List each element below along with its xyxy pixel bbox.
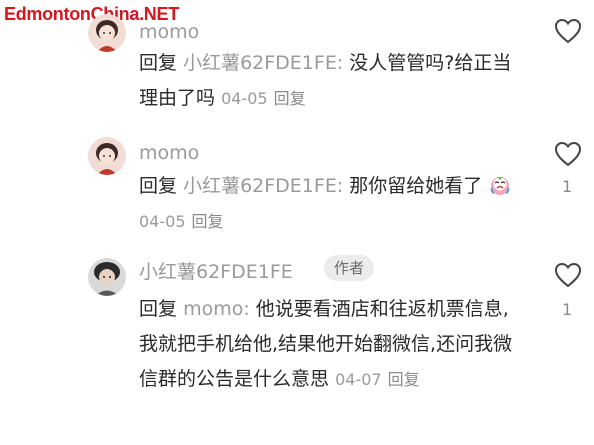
comment-date: 04-05 [221,89,268,108]
username[interactable]: momo [139,141,199,165]
reply-to-user[interactable]: 小红薯62FDE1FE: [183,52,343,74]
avatar[interactable] [88,137,126,175]
like-count: 1 [562,300,573,319]
avatar[interactable] [88,258,126,296]
reply-button[interactable]: 回复 [192,212,224,231]
reply-prefix: 回复 [139,52,178,74]
crying-emoji-icon [491,177,510,195]
reply-button[interactable]: 回复 [388,370,420,389]
reply-prefix: 回复 [139,298,178,320]
reply-prefix: 回复 [139,175,178,197]
comment-text: 回复 小红薯62FDE1FE: 那你留给她看了 04-05 回复 [139,169,519,239]
author-badge: 作者 [324,255,375,281]
reply-to-user[interactable]: 小红薯62FDE1FE: [183,175,343,197]
heart-icon[interactable] [554,262,582,288]
avatar[interactable] [88,14,126,52]
reply-button[interactable]: 回复 [274,89,306,108]
comment-date: 04-07 [335,370,382,389]
comment-date: 04-05 [139,212,186,231]
comment-message: 那你留给她看了 [349,175,483,197]
comment-text: 回复 小红薯62FDE1FE: 没人管管吗?给正当理由了吗 04-05 回复 [139,46,519,116]
comment-item: momo 回复 小红薯62FDE1FE: 没人管管吗?给正当理由了吗 04-05… [0,0,594,125]
username[interactable]: 小红薯62FDE1FE [139,260,293,284]
like-count: 1 [562,177,573,196]
comment-item: momo 回复 小红薯62FDE1FE: 那你留给她看了 04-05 回复 1 [0,125,594,250]
heart-icon[interactable] [554,141,582,167]
comment-text: 回复 momo: 他说要看酒店和往返机票信息,我就把手机给他,结果他开始翻微信,… [139,292,519,397]
comment-item: 小红薯62FDE1FE 作者 回复 momo: 他说要看酒店和往返机票信息,我就… [0,250,594,445]
heart-icon[interactable] [554,18,582,44]
username[interactable]: momo [139,20,199,44]
reply-to-user[interactable]: momo: [183,298,250,320]
